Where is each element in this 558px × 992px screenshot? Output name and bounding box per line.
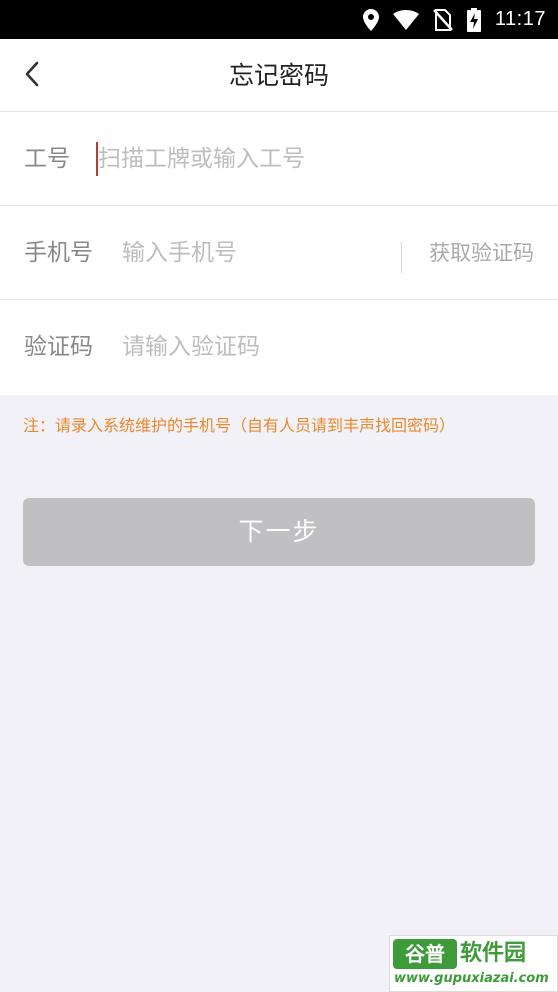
page-title: 忘记密码 [228,61,329,90]
get-code-button[interactable]: 获取验证码 [429,206,534,300]
code-row: 验证码 [0,300,558,395]
watermark-name: 软件园 [460,941,527,966]
employee-id-label: 工号 [24,146,70,172]
clock: 11:17 [494,8,546,30]
code-label: 验证码 [24,334,93,360]
form: 工号 手机号 获取验证码 验证码 [0,112,558,395]
no-sim-icon [432,8,453,31]
battery-charging-icon [466,7,481,32]
watermark-url: www.gupuxiazai.com [394,971,549,986]
status-bar: 11:17 [0,0,558,39]
watermark-logo: 谷普 [393,939,457,969]
phone-row: 手机号 获取验证码 [0,206,558,300]
next-button[interactable]: 下一步 [23,498,535,566]
phone-note: 注：请录入系统维护的手机号（自有人员请到丰声找回密码） [23,416,456,435]
employee-id-input[interactable] [98,139,518,179]
watermark: 谷普 软件园 www.gupuxiazai.com [389,935,558,992]
phone-label: 手机号 [24,240,93,266]
phone-input[interactable] [122,233,382,273]
nav-bar: 忘记密码 [0,39,558,112]
code-input[interactable] [122,327,522,367]
wifi-icon [392,9,419,30]
employee-id-row: 工号 [0,112,558,206]
status-icons: 11:17 [362,0,546,39]
location-icon [362,8,379,31]
divider [401,242,402,273]
